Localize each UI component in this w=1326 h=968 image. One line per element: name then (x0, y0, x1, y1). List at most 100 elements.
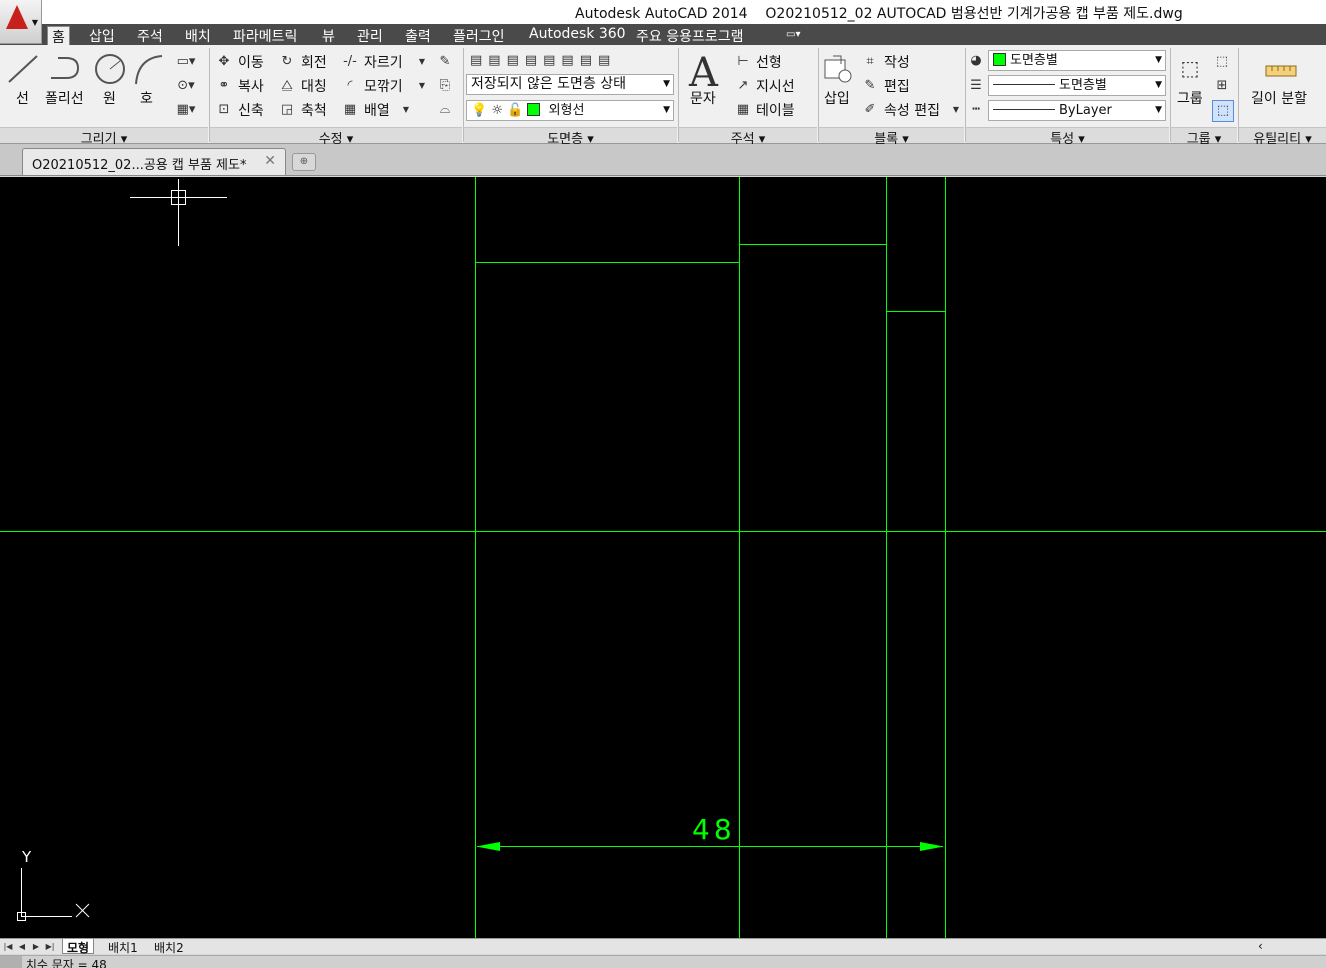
chevron-down-icon[interactable]: ▼ (414, 54, 430, 70)
lineweight-icon[interactable]: ☰ (968, 78, 984, 94)
close-icon[interactable]: ✕ (264, 153, 276, 169)
groups-panel-title[interactable]: 그룹 ▾ (1171, 127, 1237, 147)
fillet-button[interactable]: 모깎기 (364, 76, 403, 96)
tab-insert[interactable]: 삽입 (85, 26, 119, 45)
layer-state-dropdown[interactable]: 저장되지 않은 도면층 상태 ▼ (466, 74, 674, 95)
tab-layout1[interactable]: 배치1 (104, 939, 142, 955)
application-menu-button[interactable]: ▼ (0, 0, 42, 44)
leader-icon: ↗ (737, 78, 749, 93)
tab-featured-apps[interactable]: 주요 응용프로그램 (632, 26, 748, 45)
linetype-dropdown[interactable]: ByLayer ▼ (988, 100, 1166, 121)
document-tab[interactable]: O20210512_02...공용 캡 부품 제도* ✕ (22, 148, 286, 175)
rectangle-icon[interactable]: ▭▾ (172, 54, 200, 70)
edit-block-button[interactable]: 편집 (884, 76, 910, 96)
circle-button[interactable]: 원 (103, 88, 116, 108)
scale-button[interactable]: 축척 (301, 100, 327, 120)
draw-panel-title[interactable]: 그리기 ▾ (0, 127, 208, 147)
rotate-icon: ↻ (281, 54, 293, 69)
first-layout-icon[interactable]: |◀ (2, 940, 14, 953)
chevron-down-icon[interactable]: ▼ (414, 78, 430, 94)
chevron-down-icon[interactable]: ▼ (948, 102, 964, 118)
modify-panel-title[interactable]: 수정 ▾ (210, 127, 462, 147)
tab-model[interactable]: 모형 (62, 939, 95, 955)
array-button[interactable]: 배열 (364, 100, 390, 120)
tab-manage[interactable]: 관리 (353, 26, 387, 45)
tab-annotate[interactable]: 주석 (133, 26, 167, 45)
scale-icon: ◲ (280, 102, 294, 117)
next-layout-icon[interactable]: ▶ (30, 940, 42, 953)
color-swatch (993, 53, 1006, 66)
last-layout-icon[interactable]: ▶| (44, 940, 56, 953)
document-tab-label: O20210512_02...공용 캡 부품 제도* (32, 158, 247, 173)
command-line-text: 치수 문자 = 48 (25, 958, 107, 968)
drawing-canvas[interactable]: 48 Y (0, 177, 1326, 938)
utilities-panel-title[interactable]: 유틸리티 ▾ (1239, 127, 1326, 147)
block-panel-title[interactable]: 블록 ▾ (819, 127, 964, 147)
sun-icon: ☼ (491, 103, 503, 118)
leader-button[interactable]: 지시선 (756, 76, 795, 96)
linetype-icon[interactable]: ┅ (968, 102, 984, 118)
group-edit-icon[interactable]: ⊞ (1214, 78, 1230, 94)
ungroup-icon[interactable]: ⬚ (1214, 54, 1230, 70)
tab-autodesk-360[interactable]: Autodesk 360 (525, 26, 630, 45)
text-button[interactable]: 문자 (690, 88, 716, 108)
line-button[interactable]: 선 (16, 88, 29, 108)
title-bar: Autodesk AutoCAD 2014 O20210512_02 AUTOC… (0, 0, 1326, 24)
crosshair-cursor (130, 179, 227, 246)
tab-output[interactable]: 출력 (401, 26, 435, 45)
offset-icon[interactable]: ⌓ (437, 102, 453, 118)
layer-tools-icon[interactable]: ▤▤▤▤▤▤▤▤ (470, 53, 670, 69)
previous-layout-icon[interactable]: ◀ (16, 940, 28, 953)
command-line-grip-icon[interactable] (0, 956, 22, 968)
properties-panel-title[interactable]: 특성 ▾ (966, 127, 1169, 147)
rotate-button[interactable]: 회전 (301, 52, 327, 72)
window-title: Autodesk AutoCAD 2014 O20210512_02 AUTOC… (575, 3, 1183, 23)
arc-icon[interactable] (132, 52, 166, 86)
tab-plugins[interactable]: 플러그인 (449, 26, 509, 45)
ucs-icon (17, 868, 90, 921)
trim-icon: -/- (343, 54, 357, 69)
table-button[interactable]: 테이블 (756, 100, 795, 120)
arc-button[interactable]: 호 (140, 88, 153, 108)
stretch-button[interactable]: 신축 (238, 100, 264, 120)
ellipse-icon[interactable]: ⊙▾ (172, 78, 200, 94)
polyline-button[interactable]: 폴리선 (45, 88, 84, 108)
horizontal-scrollbar[interactable]: ‹ (1258, 939, 1326, 953)
polyline-icon[interactable] (48, 54, 84, 84)
insert-block-icon[interactable] (823, 54, 855, 84)
annotation-panel-title[interactable]: 주석 ▾ (679, 127, 817, 147)
hatch-icon[interactable]: ▦▾ (172, 102, 200, 118)
explode-icon[interactable]: ⎘ (437, 78, 453, 94)
erase-icon[interactable]: ✎ (437, 54, 453, 70)
layer-dropdown[interactable]: 💡 ☼ 🔓 외형선 ▼ (466, 100, 674, 121)
group-icon[interactable]: ⬚ (1176, 54, 1204, 82)
create-block-button[interactable]: 작성 (884, 52, 910, 72)
autocad-logo-icon (6, 5, 28, 29)
measure-icon[interactable] (1264, 60, 1298, 80)
edit-attribute-button[interactable]: 속성 편집 (884, 100, 940, 120)
color-wheel-icon[interactable]: ◕ (968, 53, 984, 69)
tab-layout[interactable]: 배치 (181, 26, 215, 45)
tab-layout2[interactable]: 배치2 (150, 939, 188, 955)
copy-button[interactable]: 복사 (238, 76, 264, 96)
command-line[interactable]: 치수 문자 = 48 (0, 955, 1326, 968)
circle-icon[interactable] (93, 52, 127, 86)
scroll-left-icon[interactable]: ‹ (1258, 939, 1263, 953)
color-dropdown[interactable]: 도면층별 ▼ (988, 50, 1166, 71)
tab-parametric[interactable]: 파라메트릭 (229, 26, 301, 45)
measure-button[interactable]: 길이 분할 (1251, 88, 1307, 108)
lineweight-dropdown[interactable]: 도면층별 ▼ (988, 75, 1166, 96)
line-icon[interactable] (6, 52, 40, 86)
tab-view[interactable]: 뷰 (318, 26, 339, 45)
tab-home[interactable]: 홈 (47, 26, 70, 46)
chevron-down-icon[interactable]: ▼ (398, 102, 414, 118)
new-tab-button[interactable]: ⊕ (292, 153, 316, 171)
group-button[interactable]: 그룹 (1177, 88, 1203, 108)
mirror-button[interactable]: 대칭 (301, 76, 327, 96)
group-selection-icon[interactable]: ⬚ (1212, 100, 1234, 122)
trim-button[interactable]: 자르기 (364, 52, 403, 72)
move-button[interactable]: 이동 (238, 52, 264, 72)
layers-panel-title[interactable]: 도면층 ▾ (464, 127, 677, 147)
linear-dimension-button[interactable]: 선형 (756, 52, 782, 72)
insert-button[interactable]: 삽입 (824, 88, 850, 108)
